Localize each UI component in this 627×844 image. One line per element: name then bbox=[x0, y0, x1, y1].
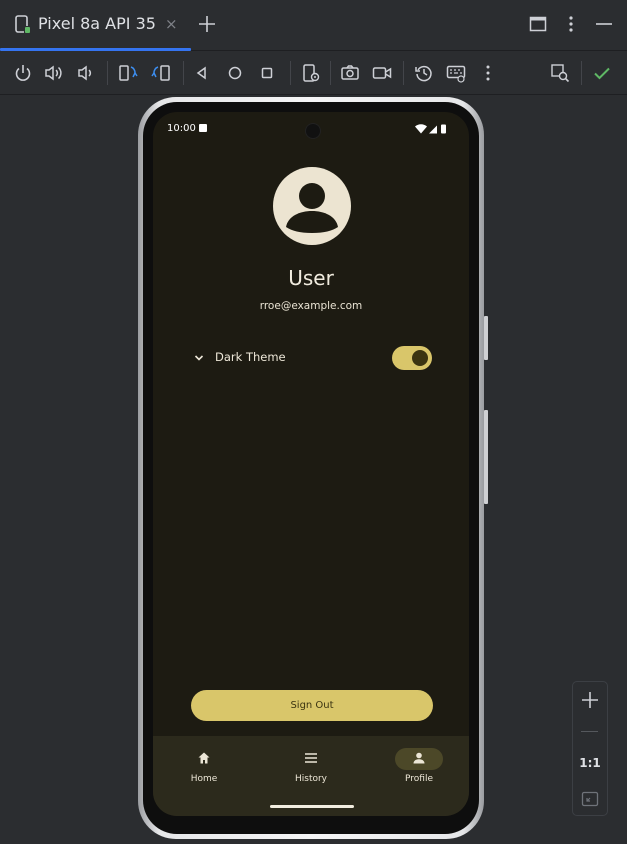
nav-item-home[interactable]: Home bbox=[174, 748, 234, 788]
emulator-toolbar bbox=[0, 51, 627, 95]
battery-icon bbox=[441, 124, 446, 134]
signal-icon bbox=[429, 125, 437, 134]
system-status-icons bbox=[415, 124, 449, 134]
check-icon[interactable] bbox=[591, 62, 613, 84]
volume-side-button bbox=[484, 410, 488, 504]
volume-down-icon[interactable] bbox=[74, 62, 96, 84]
dark-theme-label: Dark Theme bbox=[215, 350, 286, 364]
nav-label-profile: Profile bbox=[405, 774, 433, 784]
gesture-home-indicator[interactable] bbox=[270, 805, 354, 808]
home-icon bbox=[198, 752, 210, 764]
wifi-icon bbox=[415, 124, 427, 134]
nav-label-home: Home bbox=[190, 774, 218, 784]
sign-out-label: Sign Out bbox=[290, 700, 334, 711]
toolbar-separator bbox=[183, 61, 184, 85]
status-bar: 10:00 bbox=[153, 112, 469, 146]
power-side-button bbox=[484, 316, 488, 360]
toolbar-separator bbox=[290, 61, 291, 85]
nav-icon-container-active bbox=[395, 748, 443, 770]
tab-bar: Pixel 8a API 35 × bbox=[0, 0, 627, 51]
notification-icon bbox=[199, 124, 207, 132]
zoom-controls: 1:1 bbox=[572, 681, 608, 816]
person-icon bbox=[286, 183, 338, 233]
back-icon[interactable] bbox=[191, 62, 213, 84]
device-icon bbox=[14, 15, 32, 35]
person-icon bbox=[413, 752, 425, 764]
user-name: User bbox=[288, 266, 334, 290]
zoom-actual-size-button[interactable]: 1:1 bbox=[573, 756, 607, 770]
screenshot-icon[interactable] bbox=[339, 62, 361, 84]
close-tab-icon[interactable]: × bbox=[165, 15, 178, 33]
zoom-fit-icon[interactable] bbox=[581, 790, 599, 808]
tab-device[interactable]: Pixel 8a API 35 × bbox=[0, 0, 191, 51]
rotate-right-icon[interactable] bbox=[150, 62, 172, 84]
more-icon[interactable] bbox=[477, 62, 499, 84]
overview-icon[interactable] bbox=[256, 62, 278, 84]
dark-theme-toggle[interactable] bbox=[392, 346, 432, 370]
add-tab-icon[interactable] bbox=[196, 13, 218, 35]
keyboard-icon[interactable] bbox=[445, 62, 467, 84]
user-email: rroe@example.com bbox=[259, 300, 363, 312]
volume-up-icon[interactable] bbox=[43, 62, 65, 84]
minimize-icon[interactable] bbox=[594, 14, 614, 34]
nav-icon-container bbox=[287, 748, 335, 770]
dark-theme-row: Dark Theme bbox=[193, 346, 433, 370]
sign-out-button[interactable]: Sign Out bbox=[191, 690, 433, 721]
toolbar-separator bbox=[107, 61, 108, 85]
rotate-left-icon[interactable] bbox=[117, 62, 139, 84]
screen-record-icon[interactable] bbox=[371, 62, 393, 84]
toolbar-separator bbox=[581, 61, 582, 85]
toolbar-separator bbox=[403, 61, 404, 85]
window-mode-icon[interactable] bbox=[528, 14, 548, 34]
nav-item-history[interactable]: History bbox=[281, 748, 341, 788]
front-camera bbox=[305, 123, 321, 139]
device-settings-icon[interactable] bbox=[300, 62, 322, 84]
toggle-knob bbox=[412, 350, 428, 366]
zoom-in-icon[interactable] bbox=[580, 690, 600, 710]
nav-icon-container bbox=[180, 748, 228, 770]
tab-title: Pixel 8a API 35 bbox=[38, 14, 156, 33]
bottom-navigation: Home History Profile bbox=[153, 736, 469, 816]
profile-avatar bbox=[273, 167, 351, 245]
home-icon[interactable] bbox=[224, 62, 246, 84]
inspect-icon[interactable] bbox=[549, 62, 571, 84]
nav-item-profile[interactable]: Profile bbox=[389, 748, 449, 788]
chevron-down-icon[interactable] bbox=[193, 352, 205, 364]
zoom-out-icon[interactable] bbox=[581, 731, 598, 732]
history-icon bbox=[305, 753, 317, 763]
toolbar-separator bbox=[330, 61, 331, 85]
nav-label-history: History bbox=[294, 774, 328, 784]
snapshot-icon[interactable] bbox=[413, 62, 435, 84]
power-icon[interactable] bbox=[12, 62, 34, 84]
device-screen: 10:00 User rroe@example.com Dark Theme S… bbox=[153, 112, 469, 816]
more-options-icon[interactable] bbox=[561, 14, 581, 34]
status-time: 10:00 bbox=[167, 123, 196, 134]
